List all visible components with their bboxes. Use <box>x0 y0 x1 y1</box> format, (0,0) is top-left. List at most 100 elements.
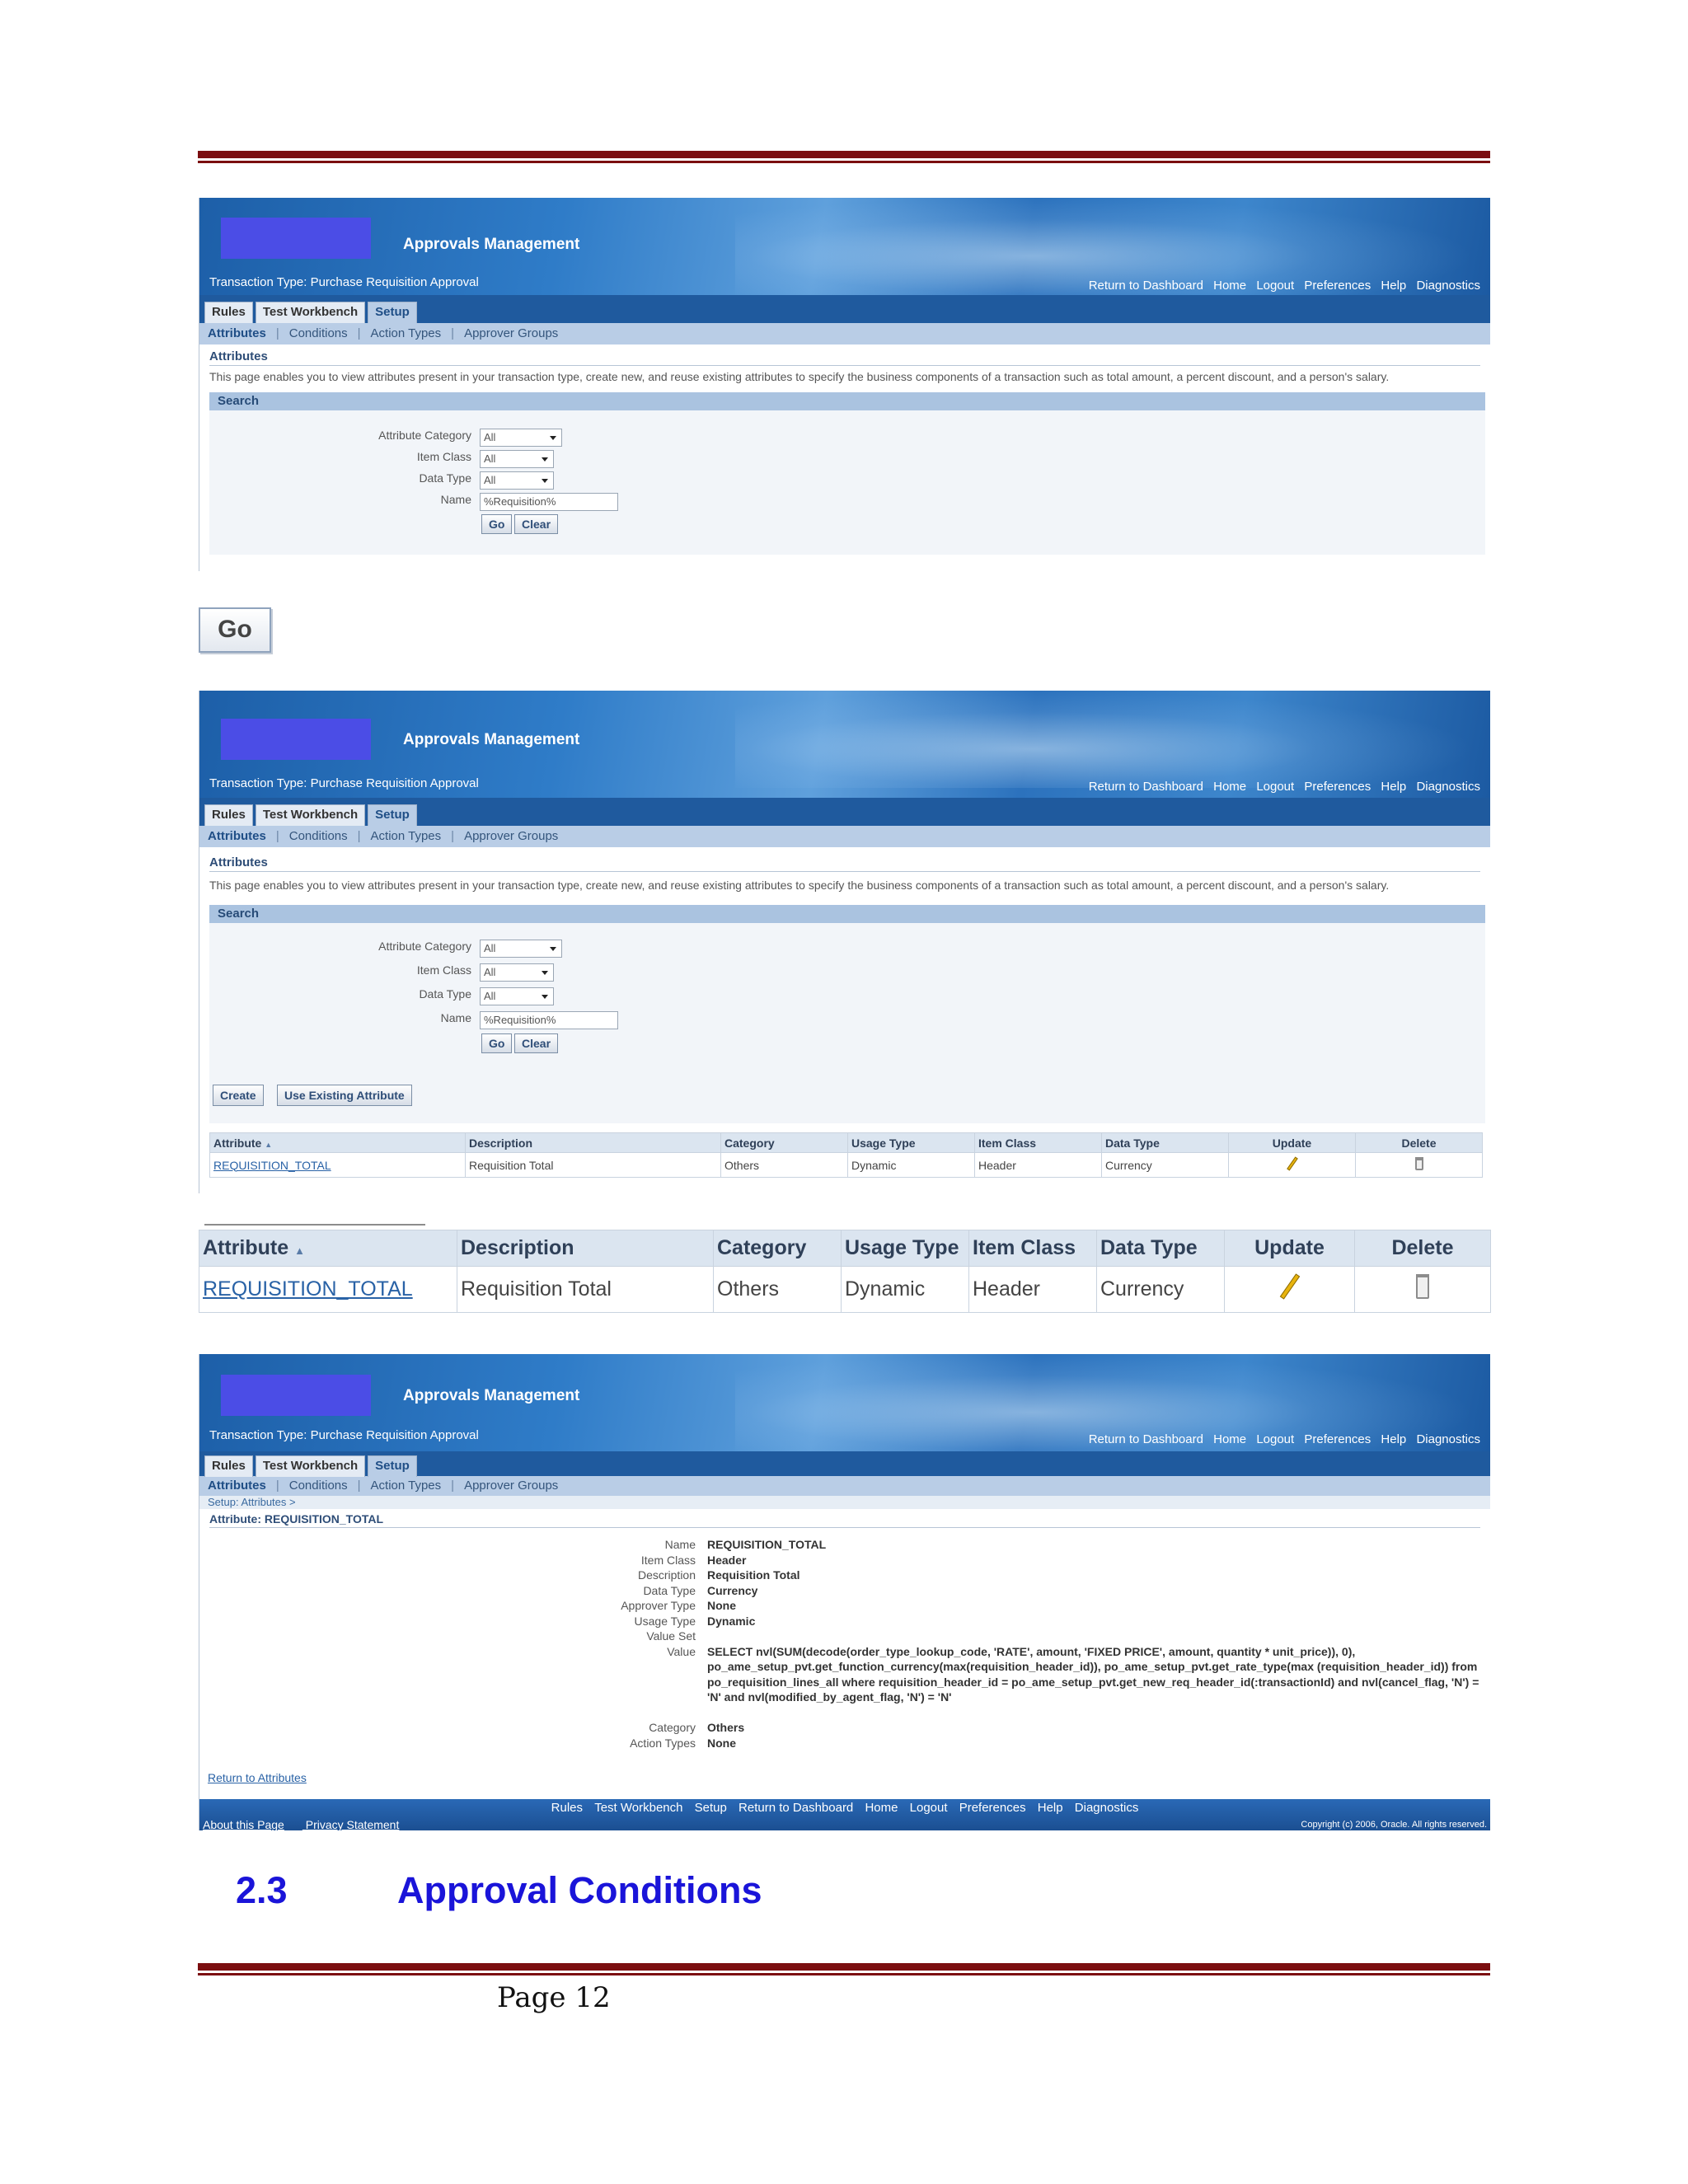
select-item-class[interactable]: All <box>480 450 554 468</box>
label-category: Category <box>649 1721 696 1734</box>
tab-setup[interactable]: Setup <box>368 302 417 323</box>
select-data-type[interactable]: All <box>480 471 554 490</box>
col-description: Description <box>457 1230 714 1267</box>
page-title: Attributes <box>209 349 1480 366</box>
col-delete: Delete <box>1355 1132 1483 1153</box>
select-attribute-category[interactable]: All <box>480 940 562 958</box>
subtab-approver-groups[interactable]: Approver Groups <box>464 829 558 843</box>
logo <box>221 218 371 259</box>
cell-item-class: Header <box>968 1266 1097 1313</box>
label-value-set: Value Set <box>646 1629 696 1643</box>
subtab-action-types[interactable]: Action Types <box>371 1479 442 1493</box>
subtab-bar: Attributes | Conditions | Action Types | Appro… <box>199 1476 1490 1496</box>
header-rule <box>198 151 1490 163</box>
tab-rules[interactable]: Rules <box>204 302 253 323</box>
link-logout[interactable]: Logout <box>1256 780 1294 794</box>
link-diagnostics[interactable]: Diagnostics <box>1416 780 1480 794</box>
tab-test-workbench[interactable]: Test Workbench <box>255 1455 366 1477</box>
clear-button[interactable]: Clear <box>514 1033 559 1053</box>
link-logout[interactable]: Logout <box>1256 279 1294 293</box>
go-button[interactable]: Go <box>481 1033 513 1053</box>
footer-link-rules[interactable]: Rules <box>551 1801 583 1815</box>
link-return-dashboard[interactable]: Return to Dashboard <box>1089 1432 1203 1446</box>
transaction-type: Transaction Type: Purchase Requisition A… <box>209 776 479 790</box>
footer-link-setup[interactable]: Setup <box>695 1801 727 1815</box>
link-preferences[interactable]: Preferences <box>1304 279 1371 293</box>
col-item-class: Item Class <box>974 1132 1102 1153</box>
col-data-type: Data Type <box>1101 1132 1229 1153</box>
link-return-dashboard[interactable]: Return to Dashboard <box>1089 780 1203 794</box>
go-button-zoomed[interactable]: Go <box>199 607 271 653</box>
subtab-action-types[interactable]: Action Types <box>371 326 442 340</box>
footer-link-home[interactable]: Home <box>865 1801 898 1815</box>
link-logout[interactable]: Logout <box>1256 1432 1294 1446</box>
tab-rules[interactable]: Rules <box>204 1455 253 1477</box>
subtab-attributes[interactable]: Attributes <box>208 326 266 340</box>
link-diagnostics[interactable]: Diagnostics <box>1416 279 1480 293</box>
tab-test-workbench[interactable]: Test Workbench <box>255 302 366 323</box>
subtab-bar: Attributes | Conditions | Action Types | Appro… <box>199 323 1490 344</box>
subtab-conditions[interactable]: Conditions <box>289 829 348 843</box>
app-title: Approvals Management <box>403 1387 580 1404</box>
privacy-statement-link[interactable]: Privacy Statement <box>306 1818 400 1830</box>
footer-link-test-workbench[interactable]: Test Workbench <box>594 1801 682 1815</box>
link-home[interactable]: Home <box>1213 279 1246 293</box>
select-attribute-category[interactable]: All <box>480 429 562 447</box>
footer-bottom-links: About this Page Privacy Statement <box>203 1818 417 1830</box>
clear-button[interactable]: Clear <box>514 514 559 534</box>
tab-setup[interactable]: Setup <box>368 1455 417 1477</box>
footer-link-logout[interactable]: Logout <box>910 1801 948 1815</box>
link-home[interactable]: Home <box>1213 1432 1246 1446</box>
subtab-approver-groups[interactable]: Approver Groups <box>464 1479 558 1493</box>
attribute-link[interactable]: REQUISITION_TOTAL <box>213 1159 331 1172</box>
col-attribute[interactable]: Attribute ▲ <box>199 1230 457 1267</box>
link-preferences[interactable]: Preferences <box>1304 780 1371 794</box>
subtab-conditions[interactable]: Conditions <box>289 1479 348 1493</box>
footer-link-diagnostics[interactable]: Diagnostics <box>1075 1801 1139 1815</box>
link-diagnostics[interactable]: Diagnostics <box>1416 1432 1480 1446</box>
col-attribute[interactable]: Attribute ▲ <box>209 1132 466 1153</box>
page-number: Page 12 <box>497 1981 611 2014</box>
return-to-attributes-link[interactable]: Return to Attributes <box>208 1771 307 1784</box>
col-update: Update <box>1228 1132 1356 1153</box>
subtab-bar: Attributes | Conditions | Action Types | Appro… <box>199 826 1490 847</box>
link-help[interactable]: Help <box>1381 1432 1406 1446</box>
subtab-attributes[interactable]: Attributes <box>208 829 266 843</box>
footer-link-preferences[interactable]: Preferences <box>959 1801 1026 1815</box>
tab-setup[interactable]: Setup <box>368 804 417 826</box>
pencil-icon[interactable] <box>1279 1273 1300 1300</box>
cell-description: Requisition Total <box>457 1266 714 1313</box>
subtab-approver-groups[interactable]: Approver Groups <box>464 326 558 340</box>
name-input[interactable]: %Requisition% <box>480 493 618 511</box>
app-banner: Approvals Management Transaction Type: P… <box>199 691 1490 798</box>
create-button[interactable]: Create <box>213 1085 264 1106</box>
use-existing-attribute-button[interactable]: Use Existing Attribute <box>277 1085 412 1106</box>
subtab-action-types[interactable]: Action Types <box>371 829 442 843</box>
attribute-link[interactable]: REQUISITION_TOTAL <box>203 1277 413 1301</box>
name-input[interactable]: %Requisition% <box>480 1011 618 1029</box>
about-page-link[interactable]: About this Page <box>203 1818 284 1830</box>
breadcrumb[interactable]: Setup: Attributes > <box>199 1496 1490 1509</box>
link-home[interactable]: Home <box>1213 780 1246 794</box>
link-help[interactable]: Help <box>1381 780 1406 794</box>
go-button[interactable]: Go <box>481 514 513 534</box>
select-data-type[interactable]: All <box>480 987 554 1005</box>
link-return-dashboard[interactable]: Return to Dashboard <box>1089 279 1203 293</box>
subtab-attributes[interactable]: Attributes <box>208 1479 266 1493</box>
trash-icon[interactable] <box>1416 1274 1429 1299</box>
value-action-types: None <box>707 1736 736 1750</box>
subtab-conditions[interactable]: Conditions <box>289 326 348 340</box>
link-preferences[interactable]: Preferences <box>1304 1432 1371 1446</box>
global-links: Return to Dashboard Home Logout Preferen… <box>1082 780 1480 794</box>
tab-rules[interactable]: Rules <box>204 804 253 826</box>
tab-test-workbench[interactable]: Test Workbench <box>255 804 366 826</box>
footer-link-help[interactable]: Help <box>1038 1801 1063 1815</box>
cell-category: Others <box>713 1266 842 1313</box>
pencil-icon[interactable] <box>1286 1156 1298 1171</box>
value-name: REQUISITION_TOTAL <box>707 1538 827 1551</box>
select-item-class[interactable]: All <box>480 963 554 982</box>
trash-icon[interactable] <box>1414 1157 1423 1170</box>
label-attribute-category: Attribute Category <box>378 940 471 953</box>
link-help[interactable]: Help <box>1381 279 1406 293</box>
footer-link-return-dashboard[interactable]: Return to Dashboard <box>738 1801 853 1815</box>
